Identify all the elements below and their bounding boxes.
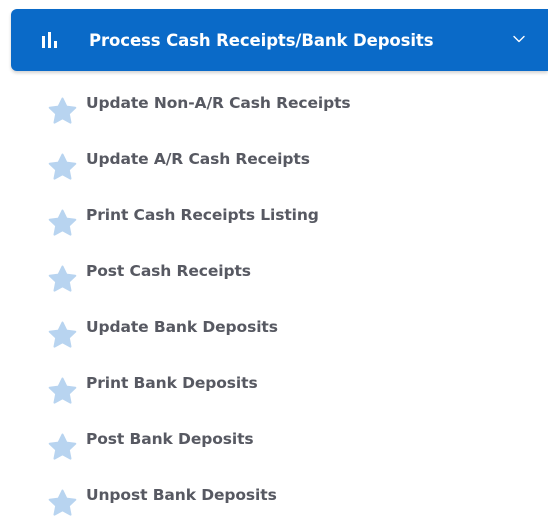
menu-item-label: Update A/R Cash Receipts (86, 150, 310, 168)
star-icon (47, 488, 78, 518)
menu-item-unpost-bank-deposits[interactable]: Unpost Bank Deposits (0, 470, 548, 526)
menu-item-label: Print Bank Deposits (86, 374, 258, 392)
menu-item-print-cash-receipts-listing[interactable]: Print Cash Receipts Listing (0, 190, 548, 246)
menu-group-header[interactable]: Process Cash Receipts/Bank Deposits (11, 9, 548, 71)
chevron-down-icon[interactable] (511, 31, 527, 47)
menu-item-update-ar-cash-receipts[interactable]: Update A/R Cash Receipts (0, 134, 548, 190)
menu-item-label: Post Cash Receipts (86, 262, 251, 280)
menu-item-update-non-ar-cash-receipts[interactable]: Update Non-A/R Cash Receipts (0, 78, 548, 134)
menu-item-label: Print Cash Receipts Listing (86, 206, 319, 224)
menu-item-post-bank-deposits[interactable]: Post Bank Deposits (0, 414, 548, 470)
star-icon (47, 320, 78, 350)
star-icon (47, 432, 78, 462)
star-icon (47, 376, 78, 406)
menu-group-title: Process Cash Receipts/Bank Deposits (89, 30, 434, 50)
submenu-list: Update Non-A/R Cash Receipts Update A/R … (0, 78, 548, 526)
menu-item-label: Unpost Bank Deposits (86, 486, 277, 504)
bar-chart-icon (40, 29, 62, 51)
menu-item-label: Post Bank Deposits (86, 430, 254, 448)
star-icon (47, 152, 78, 182)
star-icon (47, 208, 78, 238)
menu-item-update-bank-deposits[interactable]: Update Bank Deposits (0, 302, 548, 358)
star-icon (47, 96, 78, 126)
star-icon (47, 264, 78, 294)
menu-item-print-bank-deposits[interactable]: Print Bank Deposits (0, 358, 548, 414)
menu-item-post-cash-receipts[interactable]: Post Cash Receipts (0, 246, 548, 302)
menu-item-label: Update Non-A/R Cash Receipts (86, 94, 351, 112)
menu-item-label: Update Bank Deposits (86, 318, 278, 336)
